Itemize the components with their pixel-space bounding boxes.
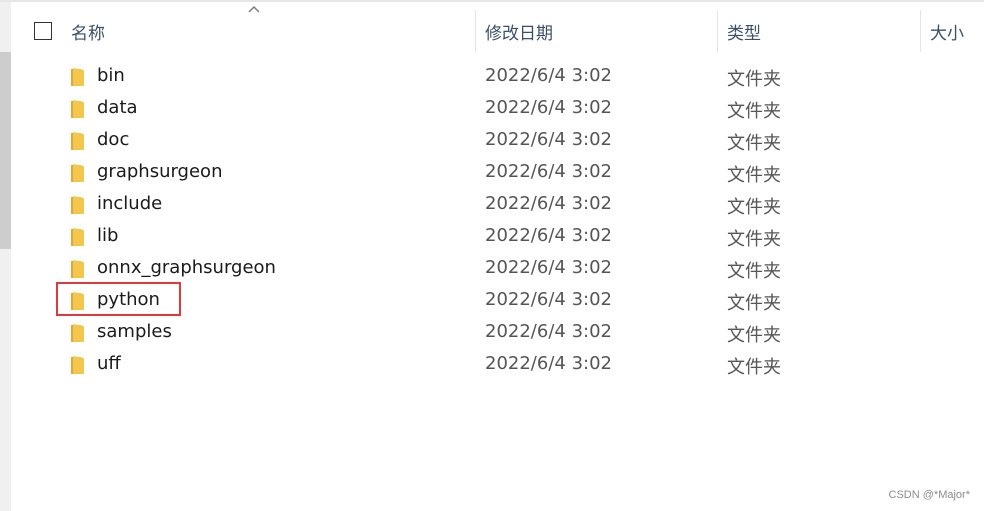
folder-icon [71,292,84,310]
list-item[interactable]: uff 2022/6/4 3:02 文件夹 [11,349,984,381]
vertical-scrollbar[interactable] [0,2,11,511]
file-name[interactable]: doc [97,129,129,150]
folder-icon [71,228,84,246]
file-name[interactable]: include [97,193,162,214]
list-item[interactable]: include 2022/6/4 3:02 文件夹 [11,189,984,221]
column-divider[interactable] [920,10,921,52]
folder-icon [71,196,84,214]
file-type: 文件夹 [727,293,781,314]
column-divider[interactable] [717,10,718,52]
file-date-modified: 2022/6/4 3:02 [485,161,612,182]
file-name[interactable]: onnx_graphsurgeon [97,257,276,278]
list-item[interactable]: graphsurgeon 2022/6/4 3:02 文件夹 [11,157,984,189]
file-date-modified: 2022/6/4 3:02 [485,97,612,118]
file-type: 文件夹 [727,357,781,378]
column-header-size[interactable]: 大小 [930,19,964,44]
file-type: 文件夹 [727,197,781,218]
list-item[interactable]: lib 2022/6/4 3:02 文件夹 [11,221,984,253]
file-date-modified: 2022/6/4 3:02 [485,321,612,342]
file-date-modified: 2022/6/4 3:02 [485,225,612,246]
list-item[interactable]: bin 2022/6/4 3:02 文件夹 [11,61,984,93]
file-name[interactable]: uff [97,353,121,374]
watermark: CSDN @*Major* [888,489,970,501]
file-name[interactable]: data [97,97,138,118]
folder-icon [71,132,84,150]
list-item[interactable]: onnx_graphsurgeon 2022/6/4 3:02 文件夹 [11,253,984,285]
list-item[interactable]: python 2022/6/4 3:02 文件夹 [11,285,984,317]
file-type: 文件夹 [727,165,781,186]
column-header-type[interactable]: 类型 [727,19,761,44]
file-name[interactable]: python [97,289,160,310]
file-name[interactable]: bin [97,65,125,86]
file-type: 文件夹 [727,133,781,154]
column-divider[interactable] [475,10,476,52]
folder-icon [71,356,84,374]
file-date-modified: 2022/6/4 3:02 [485,257,612,278]
file-date-modified: 2022/6/4 3:02 [485,289,612,310]
file-explorer-window: 名称 修改日期 类型 大小 bin 2022/6/4 3:02 文件夹 data… [0,0,984,511]
file-type: 文件夹 [727,325,781,346]
file-date-modified: 2022/6/4 3:02 [485,193,612,214]
column-header-name[interactable]: 名称 [71,19,105,44]
list-item[interactable]: doc 2022/6/4 3:02 文件夹 [11,125,984,157]
column-header-date-modified[interactable]: 修改日期 [485,19,553,44]
file-date-modified: 2022/6/4 3:02 [485,353,612,374]
sort-ascending-icon [248,6,260,13]
column-header-bar: 名称 修改日期 类型 大小 [11,2,984,58]
file-type: 文件夹 [727,229,781,250]
select-all-checkbox[interactable] [34,22,52,40]
file-name[interactable]: lib [97,225,118,246]
folder-icon [71,100,84,118]
folder-icon [71,164,84,182]
folder-icon [71,260,84,278]
file-date-modified: 2022/6/4 3:02 [485,65,612,86]
list-item[interactable]: data 2022/6/4 3:02 文件夹 [11,93,984,125]
file-list: bin 2022/6/4 3:02 文件夹 data 2022/6/4 3:02… [11,61,984,381]
file-name[interactable]: graphsurgeon [97,161,222,182]
file-date-modified: 2022/6/4 3:02 [485,129,612,150]
file-type: 文件夹 [727,101,781,122]
file-type: 文件夹 [727,261,781,282]
folder-icon [71,68,84,86]
list-item[interactable]: samples 2022/6/4 3:02 文件夹 [11,317,984,349]
file-name[interactable]: samples [97,321,172,342]
file-type: 文件夹 [727,69,781,90]
scrollbar-thumb[interactable] [0,52,11,249]
folder-icon [71,324,84,342]
